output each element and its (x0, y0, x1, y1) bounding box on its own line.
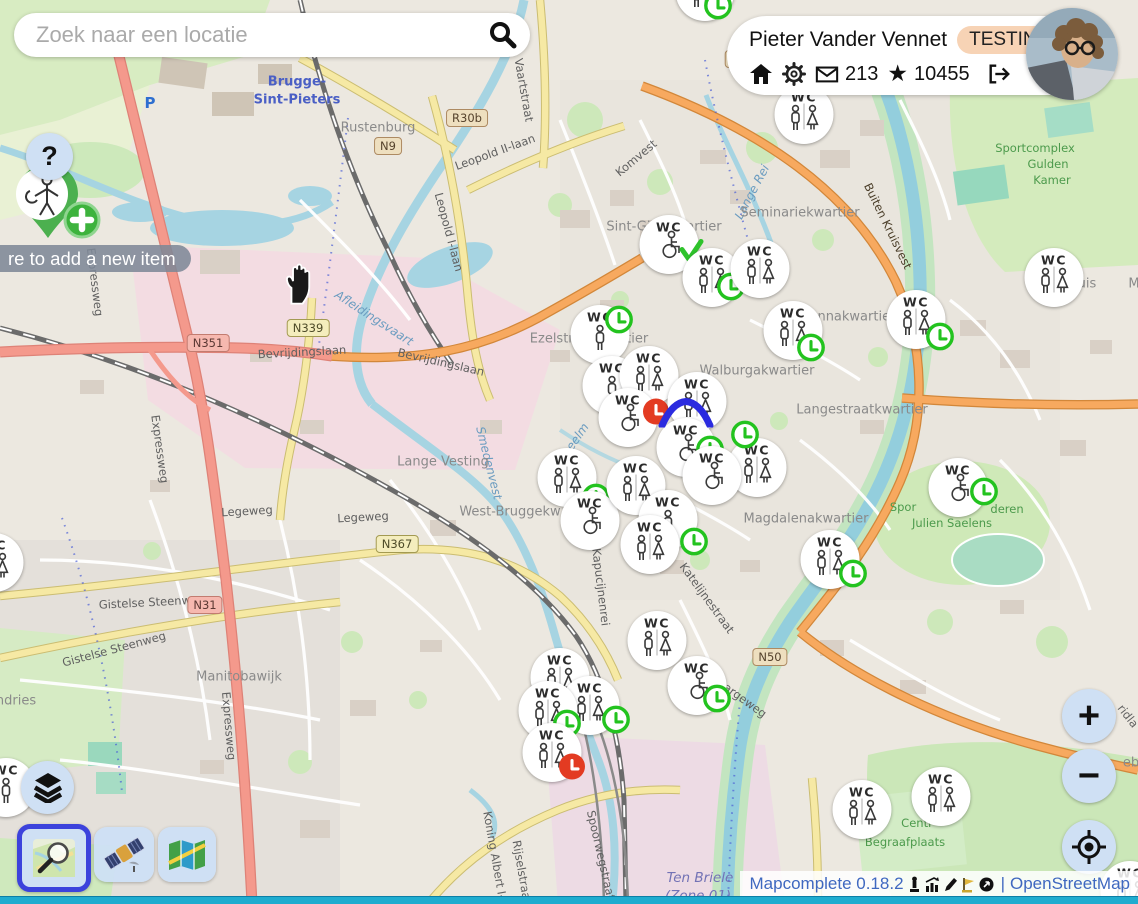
messages-count[interactable]: 213 (845, 63, 878, 86)
background-satellite-button[interactable] (94, 827, 154, 882)
toilet-marker[interactable]: WC (1023, 247, 1085, 314)
flag-icon[interactable] (961, 876, 976, 893)
svg-text:WC: WC (539, 728, 565, 743)
mapcomplete-app: Brugge-Sint-PietersRustenburgPVaartstraa… (0, 0, 1138, 904)
toilet-marker[interactable]: WC (619, 514, 681, 581)
svg-text:WC: WC (636, 351, 662, 366)
svg-text:WC: WC (637, 520, 663, 535)
stats-icon[interactable] (925, 876, 940, 893)
toilet-marker[interactable]: WC (674, 0, 736, 28)
svg-text:WC: WC (744, 443, 770, 458)
svg-text:WC: WC (655, 495, 681, 510)
logout-icon[interactable] (987, 62, 1011, 86)
toilet-marker[interactable]: WC (521, 722, 583, 789)
home-icon[interactable] (749, 62, 773, 86)
attribution-separator: | (1001, 874, 1005, 894)
svg-text:WC: WC (699, 253, 725, 268)
satellite-icon (103, 835, 145, 875)
bottom-accent-bar (0, 896, 1138, 904)
toilet-marker[interactable]: WC (799, 529, 861, 596)
osm-link[interactable]: OpenStreetMap (1010, 874, 1130, 894)
statue-icon[interactable] (907, 876, 922, 893)
svg-text:WC: WC (0, 538, 7, 553)
svg-text:WC: WC (684, 377, 710, 392)
zoom-in-label: + (1078, 695, 1100, 738)
avatar[interactable] (1026, 8, 1118, 100)
svg-text:WC: WC (577, 681, 603, 696)
star-icon: ★ (887, 62, 908, 86)
osm-map-icon (33, 839, 75, 877)
gear-icon[interactable] (782, 62, 806, 86)
app-version[interactable]: Mapcomplete 0.18.2 (750, 874, 904, 894)
svg-text:WC: WC (587, 310, 613, 325)
wheelchair-toilet-marker[interactable]: WC (597, 387, 659, 454)
layers-button[interactable] (21, 761, 74, 814)
search-input[interactable] (34, 21, 487, 49)
search-icon[interactable] (487, 20, 517, 50)
svg-text:WC: WC (547, 653, 573, 668)
zoom-in-button[interactable]: + (1062, 689, 1116, 743)
user-name: Pieter Vander Vennet (749, 28, 947, 52)
svg-text:WC: WC (780, 306, 806, 321)
svg-text:WC: WC (903, 295, 929, 310)
svg-text:WC: WC (849, 785, 875, 800)
changeset-count[interactable]: 10455 (914, 63, 970, 86)
toilet-marker[interactable]: WC (910, 766, 972, 833)
wheelchair-toilet-marker[interactable]: WC (666, 655, 728, 722)
help-label: ? (41, 141, 58, 172)
svg-text:WC: WC (1041, 253, 1067, 268)
crosshair-icon (1071, 829, 1107, 865)
layers-icon (33, 772, 63, 803)
wheelchair-toilet-marker[interactable]: WC (927, 457, 989, 524)
add-item-tooltip: re to add a new item (0, 245, 191, 272)
zoom-out-label: − (1078, 755, 1100, 798)
background-osm-button[interactable] (17, 824, 91, 892)
svg-text:WC: WC (747, 244, 773, 259)
hand-cursor-icon (281, 263, 315, 305)
svg-text:WC: WC (817, 535, 843, 550)
background-map-button[interactable] (158, 827, 216, 882)
help-button[interactable]: ? (26, 133, 73, 180)
svg-text:WC: WC (623, 461, 649, 476)
osm-circle-icon[interactable] (979, 876, 994, 893)
messages-icon[interactable] (815, 62, 839, 86)
toilet-marker[interactable]: WC (831, 779, 893, 846)
wheelchair-toilet-marker[interactable]: WC (681, 445, 743, 512)
svg-text:WC: WC (554, 453, 580, 468)
toilet-marker[interactable]: WC (0, 532, 25, 599)
toilet-marker[interactable]: WC (762, 300, 824, 367)
zoom-out-button[interactable]: − (1062, 749, 1116, 803)
geolocate-button[interactable] (1062, 820, 1116, 874)
svg-text:WC: WC (0, 763, 19, 778)
toilet-marker[interactable]: WC (729, 238, 791, 305)
pencil-icon[interactable] (943, 876, 958, 893)
attribution-bar: Mapcomplete 0.18.2 | OpenStreetMap (740, 871, 1138, 897)
search-bar (14, 13, 530, 57)
svg-text:WC: WC (535, 686, 561, 701)
folded-map-icon (167, 839, 207, 871)
toilet-marker[interactable]: WC (885, 289, 947, 356)
svg-text:WC: WC (644, 616, 670, 631)
svg-text:WC: WC (928, 772, 954, 787)
